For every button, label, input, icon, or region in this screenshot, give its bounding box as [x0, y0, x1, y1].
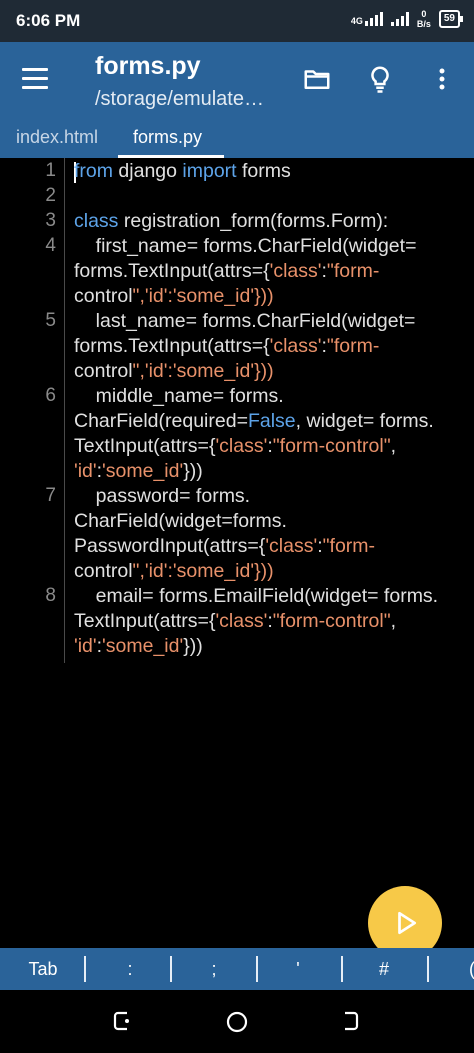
home-icon[interactable] — [225, 1010, 249, 1039]
symbol-key-paren[interactable]: ( — [462, 959, 474, 980]
line-number: 5 — [45, 310, 56, 331]
line-number: 6 — [45, 385, 56, 406]
code-line: 'id':'some_id'})) — [74, 635, 203, 657]
back-icon[interactable] — [340, 1010, 362, 1037]
symbol-key-quote[interactable]: ' — [278, 959, 318, 980]
code-editor[interactable]: 1 2 3 4 5 6 7 8 from django import forms… — [0, 158, 474, 948]
signal-icon — [390, 12, 409, 26]
symbol-separator — [256, 956, 258, 982]
code-line: control",'id':'some_id'})) — [74, 360, 274, 382]
status-bar: 6:06 PM 4G 0 B/s 59 — [0, 0, 474, 42]
code-line: class registration_form(forms.Form): — [74, 210, 389, 232]
code-line: forms.TextInput(attrs={'class':"form- — [74, 260, 380, 282]
symbol-key-semicolon[interactable]: ; — [194, 959, 234, 980]
menu-icon[interactable] — [22, 68, 50, 90]
line-number: 7 — [45, 485, 56, 506]
line-number: 8 — [45, 585, 56, 606]
symbol-separator — [84, 956, 86, 982]
symbol-key-tab[interactable]: Tab — [22, 959, 64, 980]
folder-icon[interactable] — [302, 64, 332, 94]
code-line: 'id':'some_id'})) — [74, 460, 203, 482]
file-path: /storage/emulate… — [95, 88, 264, 110]
symbol-key-hash[interactable]: # — [364, 959, 404, 980]
code-line: PasswordInput(attrs={'class':"form- — [74, 535, 376, 557]
symbol-bar: Tab : ; ' # ( — [0, 948, 474, 990]
recent-apps-icon[interactable] — [112, 1010, 134, 1037]
line-number: 2 — [45, 185, 56, 206]
code-line: TextInput(attrs={'class':"form-control", — [74, 435, 397, 457]
line-number: 4 — [45, 235, 56, 256]
gutter-divider — [64, 158, 65, 663]
symbol-separator — [427, 956, 429, 982]
code-line: from django import forms — [74, 160, 291, 182]
lightbulb-icon[interactable] — [365, 64, 395, 94]
line-number-gutter: 1 2 3 4 5 6 7 8 — [0, 158, 64, 948]
code-line: TextInput(attrs={'class':"form-control", — [74, 610, 397, 632]
code-line: CharField(widget=forms. — [74, 510, 287, 532]
system-nav-bar — [0, 990, 474, 1053]
line-number: 3 — [45, 210, 56, 231]
code-line: forms.TextInput(attrs={'class':"form- — [74, 335, 380, 357]
status-icons: 4G 0 B/s 59 — [351, 9, 464, 29]
symbol-separator — [170, 956, 172, 982]
code-line: last_name= forms.CharField(widget= — [74, 310, 416, 332]
code-line: first_name= forms.CharField(widget= — [74, 235, 417, 257]
network-speed: 0 B/s — [416, 9, 431, 29]
symbol-key-colon[interactable]: : — [110, 959, 150, 980]
code-line: control",'id':'some_id'})) — [74, 560, 274, 582]
app-bar: forms.py /storage/emulate… — [0, 42, 474, 118]
tab-index-html[interactable]: index.html — [16, 127, 98, 148]
code-line: email= forms.EmailField(widget= forms. — [74, 585, 439, 607]
code-line: CharField(required=False, widget= forms. — [74, 410, 434, 432]
file-title: forms.py — [95, 52, 201, 80]
file-tabs: index.html forms.py — [0, 118, 474, 158]
battery-icon: 59 — [438, 10, 464, 28]
line-number: 1 — [45, 160, 56, 181]
code-line: control",'id':'some_id'})) — [74, 285, 274, 307]
code-line: middle_name= forms. — [74, 385, 284, 407]
symbol-separator — [341, 956, 343, 982]
signal-4g-icon: 4G — [351, 12, 383, 26]
more-vert-icon[interactable] — [430, 64, 454, 94]
tab-forms-py[interactable]: forms.py — [133, 127, 202, 148]
play-icon — [398, 911, 417, 935]
clock: 6:06 PM — [16, 11, 81, 30]
code-line: password= forms. — [74, 485, 251, 507]
